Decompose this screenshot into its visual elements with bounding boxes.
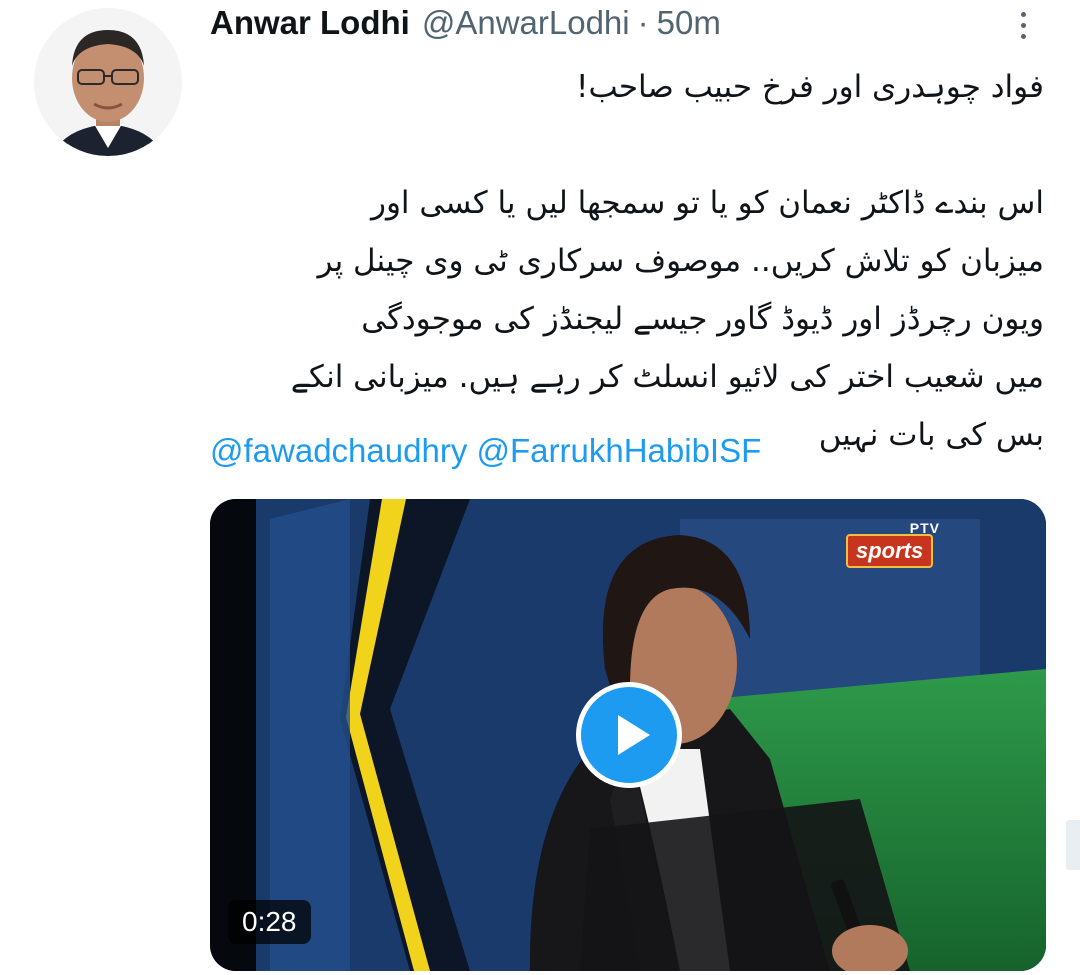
- tweet-text: فواد چوہدری اور فرخ حبیب صاحب! اس بندے ڈ…: [210, 58, 1044, 464]
- tweet-header: Anwar Lodhi @AnwarLodhi · 50m: [210, 4, 721, 48]
- avatar-image: [34, 8, 182, 156]
- more-vertical-icon-dot: [1020, 22, 1026, 28]
- more-options-button[interactable]: [1008, 6, 1038, 44]
- video-duration-badge: 0:28: [228, 900, 311, 944]
- author-name[interactable]: Anwar Lodhi: [210, 4, 410, 42]
- more-vertical-icon-dot: [1020, 33, 1026, 39]
- tweet-text-line: اس بندے ڈاکٹر نعمان کو یا تو سمجھا لیں ی…: [370, 185, 1044, 221]
- play-icon: [618, 715, 650, 755]
- tweet-timestamp[interactable]: 50m: [657, 4, 721, 42]
- tweet-text-line: ویون رچرڈز اور ڈیوڈ گاور جیسے لیجنڈز کی …: [361, 301, 1044, 337]
- mentions: @fawadchaudhry @FarrukhHabibISF: [210, 432, 761, 470]
- more-vertical-icon: [1020, 11, 1026, 17]
- play-button[interactable]: [576, 682, 682, 788]
- author-handle[interactable]: @AnwarLodhi: [422, 4, 630, 42]
- logo-main-text: sports: [846, 534, 934, 568]
- tweet-text-line: میں شعیب اختر کی لائیو انسلٹ کر رہے ہیں.…: [290, 359, 1044, 395]
- scroll-edge-marker: [1066, 820, 1080, 870]
- ptv-sports-logo: PTV sports: [846, 520, 950, 572]
- header-separator: ·: [637, 4, 649, 41]
- mention-link-farrukhhabibisf[interactable]: @FarrukhHabibISF: [477, 432, 762, 469]
- author-avatar[interactable]: [34, 8, 182, 156]
- mention-link-fawadchaudhry[interactable]: @fawadchaudhry: [210, 432, 467, 469]
- tweet-text-line: میزبان کو تلاش کریں.. موصوف سرکاری ٹی وی…: [317, 243, 1044, 279]
- tweet-text-line: فواد چوہدری اور فرخ حبیب صاحب!: [576, 69, 1044, 105]
